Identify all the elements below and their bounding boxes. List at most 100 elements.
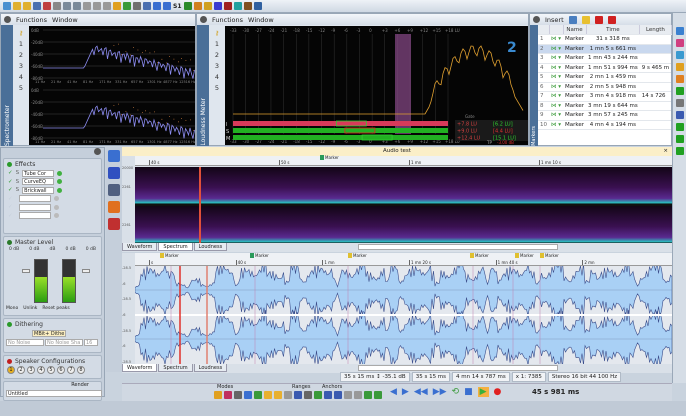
effect-name[interactable] <box>18 195 51 203</box>
stop-icon[interactable] <box>163 2 171 10</box>
marker-flag[interactable]: Marker <box>470 253 489 258</box>
mode-tool-8-icon[interactable] <box>284 391 292 399</box>
gear-icon[interactable] <box>200 16 207 23</box>
time-ruler[interactable]: 40 s 50 s 1 mn 1 mn 10 s Marker <box>135 155 672 166</box>
check-icon[interactable]: ✓ <box>8 196 13 202</box>
view-tab-loudness[interactable]: Loudness <box>193 364 228 372</box>
s1-label[interactable]: S1 <box>173 3 182 10</box>
check-icon[interactable]: ✓ <box>8 204 13 210</box>
key-icon[interactable]: ⚷ <box>215 29 220 37</box>
mode-tool-9-icon[interactable] <box>294 391 302 399</box>
marker-time[interactable]: 3 mn 57 s 245 ms <box>586 110 640 121</box>
solo-icon[interactable]: S <box>16 187 20 193</box>
effect-slot[interactable]: ✓ <box>4 203 101 212</box>
marker-time[interactable]: 2 mn 1 s 459 ms <box>586 72 640 83</box>
plugin-8-icon[interactable] <box>253 2 262 10</box>
open-icon[interactable] <box>13 2 21 10</box>
marker-length[interactable] <box>639 110 672 121</box>
marker-name[interactable]: Marker <box>563 63 587 73</box>
preset-5[interactable]: 5 <box>215 84 219 92</box>
view-tab-waveform[interactable]: Waveform <box>122 243 158 251</box>
mode-tool-5-icon[interactable] <box>254 391 262 399</box>
menu-functions[interactable]: Functions <box>16 16 47 24</box>
zoom-level[interactable]: x 1: 7385 <box>511 372 546 382</box>
marker-time[interactable]: 1 mn 43 s 244 ms <box>586 53 640 64</box>
speaker-config-2[interactable]: 2 <box>17 366 25 374</box>
marker-flag[interactable]: Marker <box>250 253 269 258</box>
mode-tool-7-icon[interactable] <box>274 391 282 399</box>
check-icon[interactable]: ✓ <box>8 187 13 193</box>
bit-depth-select[interactable]: 16 b <box>84 338 98 346</box>
preset-2[interactable]: 2 <box>19 51 23 59</box>
render-button[interactable]: Render <box>71 382 89 390</box>
horizontal-scrollbar[interactable] <box>358 364 559 371</box>
marker-row[interactable]: 3 ⋈ ▾ Marker 1 mn 43 s 244 ms <box>538 53 672 64</box>
reset-peaks-button[interactable]: Reset peaks <box>42 306 69 311</box>
marker-icon[interactable] <box>581 15 590 24</box>
preset-5[interactable]: 5 <box>19 84 23 92</box>
preset-1[interactable]: 1 <box>215 40 219 48</box>
tool-10-icon[interactable] <box>675 135 684 143</box>
marker-time[interactable]: 3 mn 4 s 918 ms <box>586 91 640 102</box>
key-icon[interactable]: ⚷ <box>19 29 24 37</box>
bypass-icon[interactable] <box>57 170 63 176</box>
solo-icon[interactable]: S <box>16 170 20 176</box>
col-name[interactable]: Name <box>563 25 587 35</box>
view-tab-spectrum[interactable]: Spectrum <box>158 364 193 372</box>
next-icon[interactable]: ▶ <box>402 387 409 397</box>
effect-slot[interactable]: ✓ <box>4 195 101 204</box>
check-icon[interactable]: ✓ <box>8 213 13 219</box>
menu-functions[interactable]: Functions <box>212 16 243 24</box>
new-icon[interactable] <box>3 2 11 10</box>
selection-length[interactable]: 4 mn 14 s 787 ms <box>452 372 510 382</box>
check-icon[interactable]: ✓ <box>8 179 13 185</box>
unlink-button[interactable]: Unlink <box>23 306 37 311</box>
cut-icon[interactable] <box>83 2 91 10</box>
marker-list-icon[interactable] <box>568 15 577 24</box>
speaker-config-1[interactable]: 1 <box>7 366 15 374</box>
audio-format[interactable]: Stereo 16 bit 44 100 Hz <box>547 372 622 382</box>
marker-name[interactable]: Marker <box>563 101 587 111</box>
menu-window[interactable]: Window <box>52 16 78 24</box>
marker-name[interactable]: Marker <box>563 34 587 45</box>
marker-time[interactable]: 31 s 318 ms <box>586 34 640 45</box>
marker-time[interactable]: 2 mn 5 s 948 ms <box>586 82 640 92</box>
col-time[interactable]: Time <box>586 25 641 35</box>
play-icon[interactable] <box>153 2 161 10</box>
effect-slot[interactable]: ✓ <box>4 212 101 221</box>
insert-button[interactable]: Insert <box>545 16 564 24</box>
close-icon[interactable]: × <box>663 147 668 156</box>
bypass-icon[interactable] <box>57 187 63 193</box>
marker-row[interactable]: 9 ⋈ ▾ Marker 3 mn 57 s 245 ms <box>538 110 672 121</box>
print-icon[interactable] <box>53 2 61 10</box>
spectrogram[interactable] <box>135 167 672 243</box>
plugin-icon[interactable] <box>108 218 120 230</box>
undo-icon[interactable] <box>63 2 71 10</box>
copy-icon[interactable] <box>93 2 101 10</box>
waveform-display[interactable] <box>135 266 672 364</box>
record-icon[interactable]: ● <box>494 387 502 397</box>
marker-row[interactable]: 2 ⋈ ▾ Marker 1 mn 5 s 661 ms <box>538 44 672 54</box>
bypass-icon[interactable] <box>53 196 59 202</box>
marker-name[interactable]: Marker <box>563 110 587 121</box>
tool-4-icon[interactable] <box>675 63 684 71</box>
effect-slot[interactable]: ✓ S Brickwall <box>4 186 101 195</box>
project-name-field[interactable]: Untitled <box>6 390 102 397</box>
tool-2-icon[interactable] <box>675 39 684 47</box>
effect-name[interactable]: Brickwall <box>22 186 55 194</box>
effect-slot[interactable]: ✓ S Tube Cor <box>4 169 101 178</box>
plugin-6-icon[interactable] <box>233 2 242 10</box>
check-icon[interactable]: ✓ <box>8 170 13 176</box>
power-icon[interactable] <box>7 161 12 167</box>
bypass-icon[interactable] <box>53 204 59 210</box>
speaker-config-3[interactable]: 3 <box>27 366 35 374</box>
marker-row[interactable]: 6 ⋈ ▾ Marker 2 mn 5 s 948 ms <box>538 82 672 92</box>
effect-name[interactable] <box>18 212 51 220</box>
mode-tool-13-icon[interactable] <box>334 391 342 399</box>
plugin-1-icon[interactable] <box>183 2 192 10</box>
preset-4[interactable]: 4 <box>19 73 23 81</box>
marker-time[interactable]: 1 mn 51 s 994 ms <box>586 63 640 73</box>
mode-tool-17-icon[interactable] <box>374 391 382 399</box>
marker-length[interactable]: 9 s 465 m <box>639 63 672 73</box>
flag-left-icon[interactable] <box>607 15 616 24</box>
